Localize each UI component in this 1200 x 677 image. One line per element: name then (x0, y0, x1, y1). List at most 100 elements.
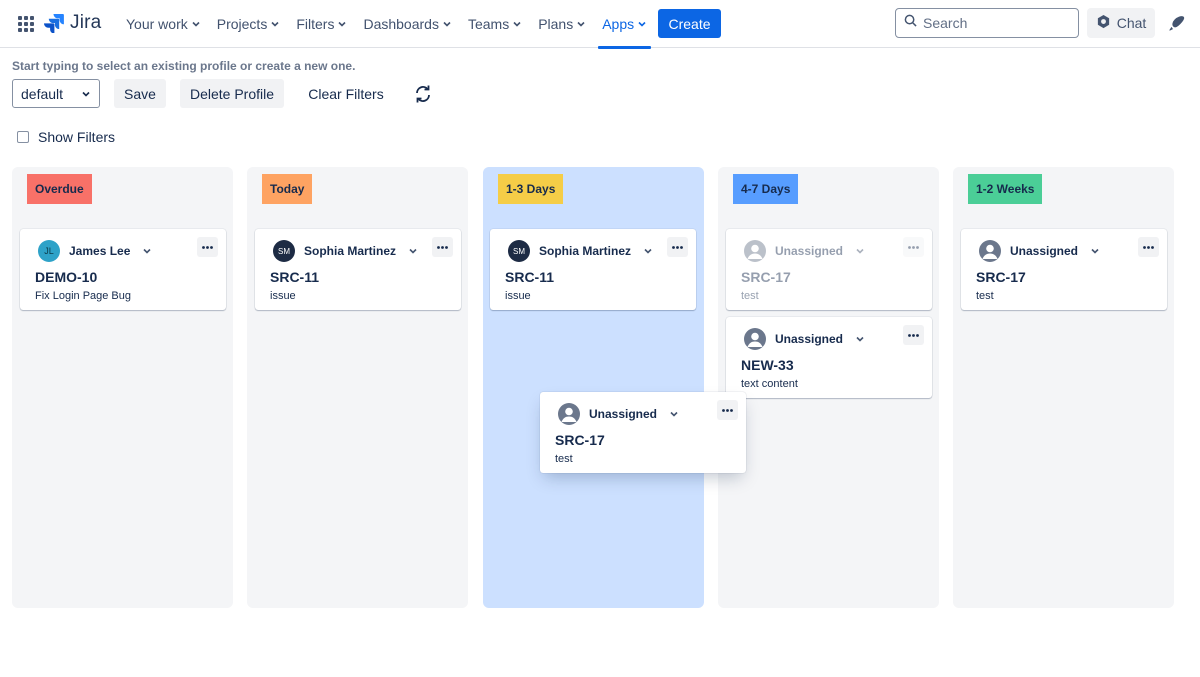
chevron-down-icon (576, 19, 586, 29)
assignee-picker[interactable]: Unassigned (744, 240, 865, 262)
assignee-picker[interactable]: Unassigned (979, 240, 1100, 262)
chevron-down-icon (191, 19, 201, 29)
nav-teams[interactable]: Teams (460, 0, 530, 48)
chevron-down-icon (408, 246, 418, 256)
column-label: 1-2 Weeks (968, 174, 1043, 204)
issue-key[interactable]: SRC-17 (976, 269, 1026, 285)
assignee-picker[interactable]: Unassigned (744, 328, 865, 350)
assignee-name: James Lee (69, 244, 131, 258)
unassigned-avatar-icon (558, 403, 580, 425)
save-button[interactable]: Save (114, 79, 166, 108)
nav-label: Plans (538, 16, 574, 32)
dragging-issue-card[interactable]: Unassigned SRC-17 test (540, 392, 746, 473)
assignee-picker[interactable]: SM Sophia Martinez (273, 240, 418, 262)
search-box[interactable] (895, 8, 1079, 38)
issue-key[interactable]: SRC-17 (741, 269, 791, 285)
issue-card[interactable]: JL James Lee DEMO-10 Fix Login Page Bug (20, 229, 226, 310)
issue-key[interactable]: SRC-17 (555, 432, 605, 448)
nav-filters[interactable]: Filters (288, 0, 355, 48)
top-navigation: Jira Your work Projects Filters Dashboar… (0, 0, 1200, 49)
profile-select-value: default (21, 85, 64, 102)
more-options-icon[interactable] (1138, 237, 1159, 257)
jira-logo[interactable]: Jira (44, 11, 101, 35)
issue-summary: text content (741, 378, 798, 390)
assignee-name: Unassigned (775, 244, 844, 258)
more-options-icon[interactable] (197, 237, 218, 257)
issue-summary: test (555, 453, 573, 465)
issue-card[interactable]: SM Sophia Martinez SRC-11 issue (490, 229, 696, 310)
create-button[interactable]: Create (658, 9, 721, 38)
show-filters-label: Show Filters (38, 129, 116, 145)
nav-projects[interactable]: Projects (209, 0, 289, 48)
profile-hint: Start typing to select an existing profi… (12, 59, 356, 73)
assignee-picker[interactable]: JL James Lee (38, 240, 152, 262)
avatar: JL (38, 240, 60, 262)
unassigned-avatar-icon (744, 240, 766, 262)
primary-nav: Your work Projects Filters Dashboards Te… (118, 0, 655, 49)
nav-dashboards[interactable]: Dashboards (355, 0, 460, 48)
issue-key[interactable]: NEW-33 (741, 357, 794, 373)
clear-filters-button[interactable]: Clear Filters (298, 79, 394, 108)
chevron-down-icon (669, 409, 679, 419)
notifications-icon[interactable] (1165, 12, 1187, 34)
jira-logo-icon (44, 14, 64, 33)
chevron-down-icon (1090, 246, 1100, 256)
issue-key[interactable]: SRC-11 (270, 269, 319, 285)
chat-icon (1096, 14, 1111, 32)
chat-label: Chat (1116, 15, 1147, 31)
nav-label: Dashboards (363, 16, 439, 32)
more-options-icon[interactable] (717, 400, 738, 420)
nav-label: Teams (467, 16, 510, 32)
issue-summary: test (976, 290, 994, 302)
more-options-icon[interactable] (903, 237, 924, 257)
profile-select[interactable]: default (12, 79, 100, 108)
app-switcher-icon[interactable] (12, 10, 40, 38)
assignee-picker[interactable]: SM Sophia Martinez (508, 240, 653, 262)
nav-label: Filters (296, 16, 335, 32)
more-options-icon[interactable] (903, 325, 924, 345)
unassigned-avatar-icon (744, 328, 766, 350)
assignee-name: Unassigned (1010, 244, 1079, 258)
assignee-name: Unassigned (589, 407, 658, 421)
nav-apps[interactable]: Apps (594, 0, 655, 49)
assignee-picker[interactable]: Unassigned (558, 403, 679, 425)
chevron-down-icon (81, 86, 91, 102)
issue-summary: Fix Login Page Bug (35, 290, 132, 302)
nav-label: Projects (216, 16, 268, 32)
issue-card[interactable]: SM Sophia Martinez SRC-11 issue (255, 229, 461, 310)
delete-profile-button[interactable]: Delete Profile (180, 79, 284, 108)
issue-card[interactable]: Unassigned NEW-33 text content (726, 317, 932, 398)
nav-plans[interactable]: Plans (530, 0, 594, 48)
chevron-down-icon (337, 19, 347, 29)
more-options-icon[interactable] (667, 237, 688, 257)
issue-card-placeholder[interactable]: Unassigned SRC-17 test (726, 229, 932, 310)
chevron-down-icon (855, 246, 865, 256)
issue-summary: test (741, 290, 759, 302)
more-options-icon[interactable] (432, 237, 453, 257)
column-label: Today (262, 174, 313, 204)
column-label: Overdue (27, 174, 92, 204)
refresh-icon[interactable] (413, 84, 433, 104)
chevron-down-icon (637, 19, 647, 29)
nav-label: Apps (602, 16, 635, 32)
nav-your-work[interactable]: Your work (118, 0, 209, 48)
app-name: Jira (70, 12, 102, 33)
show-filters-checkbox[interactable] (17, 131, 29, 143)
column-label: 1-3 Days (498, 174, 564, 204)
issue-key[interactable]: DEMO-10 (35, 269, 97, 285)
search-input[interactable] (923, 15, 1073, 31)
unassigned-avatar-icon (979, 240, 1001, 262)
assignee-name: Sophia Martinez (539, 244, 632, 258)
issue-key[interactable]: SRC-11 (505, 269, 554, 285)
show-filters-toggle[interactable]: Show Filters (17, 129, 115, 145)
avatar: SM (273, 240, 295, 262)
assignee-name: Unassigned (775, 332, 844, 346)
chevron-down-icon (142, 246, 152, 256)
chevron-down-icon (442, 19, 452, 29)
search-icon (904, 14, 917, 32)
column-label: 4-7 Days (733, 174, 799, 204)
chevron-down-icon (855, 334, 865, 344)
assignee-name: Sophia Martinez (304, 244, 397, 258)
chat-button[interactable]: Chat (1087, 8, 1155, 38)
issue-card[interactable]: Unassigned SRC-17 test (961, 229, 1167, 310)
